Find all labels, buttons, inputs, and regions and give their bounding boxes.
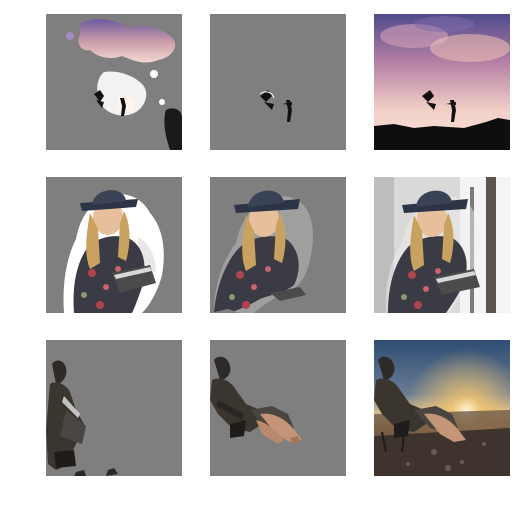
- row3-masked-refined-panel: [210, 340, 346, 476]
- row1-full-image-panel: [374, 14, 510, 150]
- row2-masked-refined-panel: [210, 177, 346, 313]
- row2-masked-subject-panel: [46, 177, 182, 313]
- row3-masked-refined-image: [210, 340, 346, 476]
- row1-masked-subject-panel: [210, 14, 346, 150]
- row3-full-image-panel: [374, 340, 510, 476]
- row2-masked-refined-image: [210, 177, 346, 313]
- row2-full-image: [374, 177, 510, 313]
- row3-full-image: [374, 340, 510, 476]
- row1-masked-sky-panel: [46, 14, 182, 150]
- row3-masked-subject-image: [46, 340, 182, 476]
- row1-full-image: [374, 14, 510, 150]
- row1-masked-subject-image: [210, 14, 346, 150]
- row2-full-image-panel: [374, 177, 510, 313]
- row3-masked-subject-panel: [46, 340, 182, 476]
- row1-masked-sky-image: [46, 14, 182, 150]
- segmentation-figure-grid: [0, 0, 520, 510]
- row2-masked-subject-image: [46, 177, 182, 313]
